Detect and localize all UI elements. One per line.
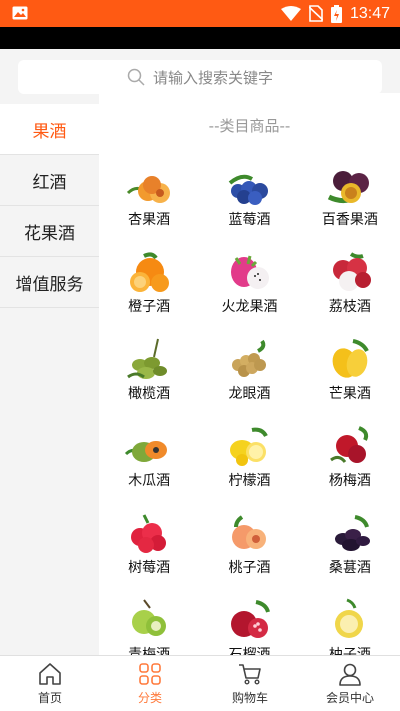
dragonfruit-icon (231, 255, 270, 289)
sidebar-item-value-added-service[interactable]: 增值服务 (0, 257, 99, 308)
product-item[interactable]: 石榴酒 (199, 598, 299, 655)
product-item[interactable]: 橄榄酒 (99, 337, 199, 404)
product-item[interactable]: 龙眼酒 (199, 337, 299, 404)
peach-icon (232, 515, 267, 549)
tab-home[interactable]: 首页 (0, 656, 100, 711)
mango-icon (332, 339, 369, 378)
product-item[interactable]: 芒果酒 (300, 337, 400, 404)
pomelo-icon (334, 598, 363, 638)
category-icon (139, 663, 161, 685)
product-item[interactable]: 青梅酒 (99, 598, 199, 655)
no-sim-icon (308, 5, 323, 22)
product-item[interactable]: 百香果酒 (300, 163, 400, 230)
tab-member[interactable]: 会员中心 (300, 656, 400, 711)
status-bar: 13:47 (0, 0, 400, 27)
product-item[interactable]: 杏果酒 (99, 163, 199, 230)
cart-icon (239, 664, 261, 685)
mulberry-icon (334, 515, 370, 551)
product-panel: --类目商品-- 杏果酒 蓝莓酒 百香果酒 橙子酒 火龙果酒 荔枝酒 橄榄酒 龙… (99, 93, 400, 655)
search-icon (127, 68, 145, 86)
search-area: 请输入搜索关键字 (0, 49, 400, 94)
section-title: --类目商品-- (208, 117, 291, 135)
product-item[interactable]: 柚子酒 (300, 598, 400, 655)
sidebar-item-red-wine[interactable]: 红酒 (0, 155, 99, 206)
wifi-icon (280, 5, 301, 21)
category-sidebar: 果酒 红酒 花果酒 增值服务 (0, 104, 99, 655)
search-input[interactable]: 请输入搜索关键字 (18, 60, 382, 94)
greenplum-icon (132, 599, 167, 636)
product-item[interactable]: 桃子酒 (199, 511, 299, 578)
member-icon (339, 663, 361, 686)
tab-cart[interactable]: 购物车 (200, 656, 300, 711)
blueberry-icon (229, 174, 269, 205)
search-placeholder: 请输入搜索关键字 (152, 68, 273, 87)
longan-icon (232, 339, 267, 377)
bottom-tabbar: 首页 分类 购物车 会员中心 (0, 655, 400, 711)
product-item[interactable]: 荔枝酒 (300, 250, 400, 317)
sidebar-item-flower-fruit-wine[interactable]: 花果酒 (0, 206, 99, 257)
toolbar-strip (0, 27, 400, 49)
bayberry-icon (329, 426, 368, 463)
product-grid: 杏果酒 蓝莓酒 百香果酒 橙子酒 火龙果酒 荔枝酒 橄榄酒 龙眼酒 芒果酒 木瓜… (99, 163, 400, 655)
papaya-icon (125, 441, 168, 462)
olive-icon (127, 338, 168, 379)
product-item[interactable]: 树莓酒 (99, 511, 199, 578)
passionfruit-icon (327, 171, 369, 204)
battery-charging-icon (330, 4, 342, 23)
product-item[interactable]: 火龙果酒 (199, 250, 299, 317)
lychee-icon (332, 252, 371, 291)
tab-category[interactable]: 分类 (100, 656, 200, 711)
product-item[interactable]: 桑葚酒 (300, 511, 400, 578)
orange-icon (130, 252, 170, 292)
clock: 13:47 (349, 4, 390, 22)
lemon-icon (230, 427, 269, 466)
product-item[interactable]: 橙子酒 (99, 250, 199, 317)
image-notification-icon (12, 6, 28, 20)
raspberry-icon (131, 514, 167, 553)
product-item[interactable]: 杨梅酒 (300, 424, 400, 491)
apricot-icon (127, 176, 171, 203)
sidebar-item-fruit-wine[interactable]: 果酒 (0, 104, 99, 155)
home-icon (39, 663, 61, 685)
product-item[interactable]: 柠檬酒 (199, 424, 299, 491)
pomegranate-icon (231, 600, 271, 638)
product-item[interactable]: 蓝莓酒 (199, 163, 299, 230)
product-item[interactable]: 木瓜酒 (99, 424, 199, 491)
